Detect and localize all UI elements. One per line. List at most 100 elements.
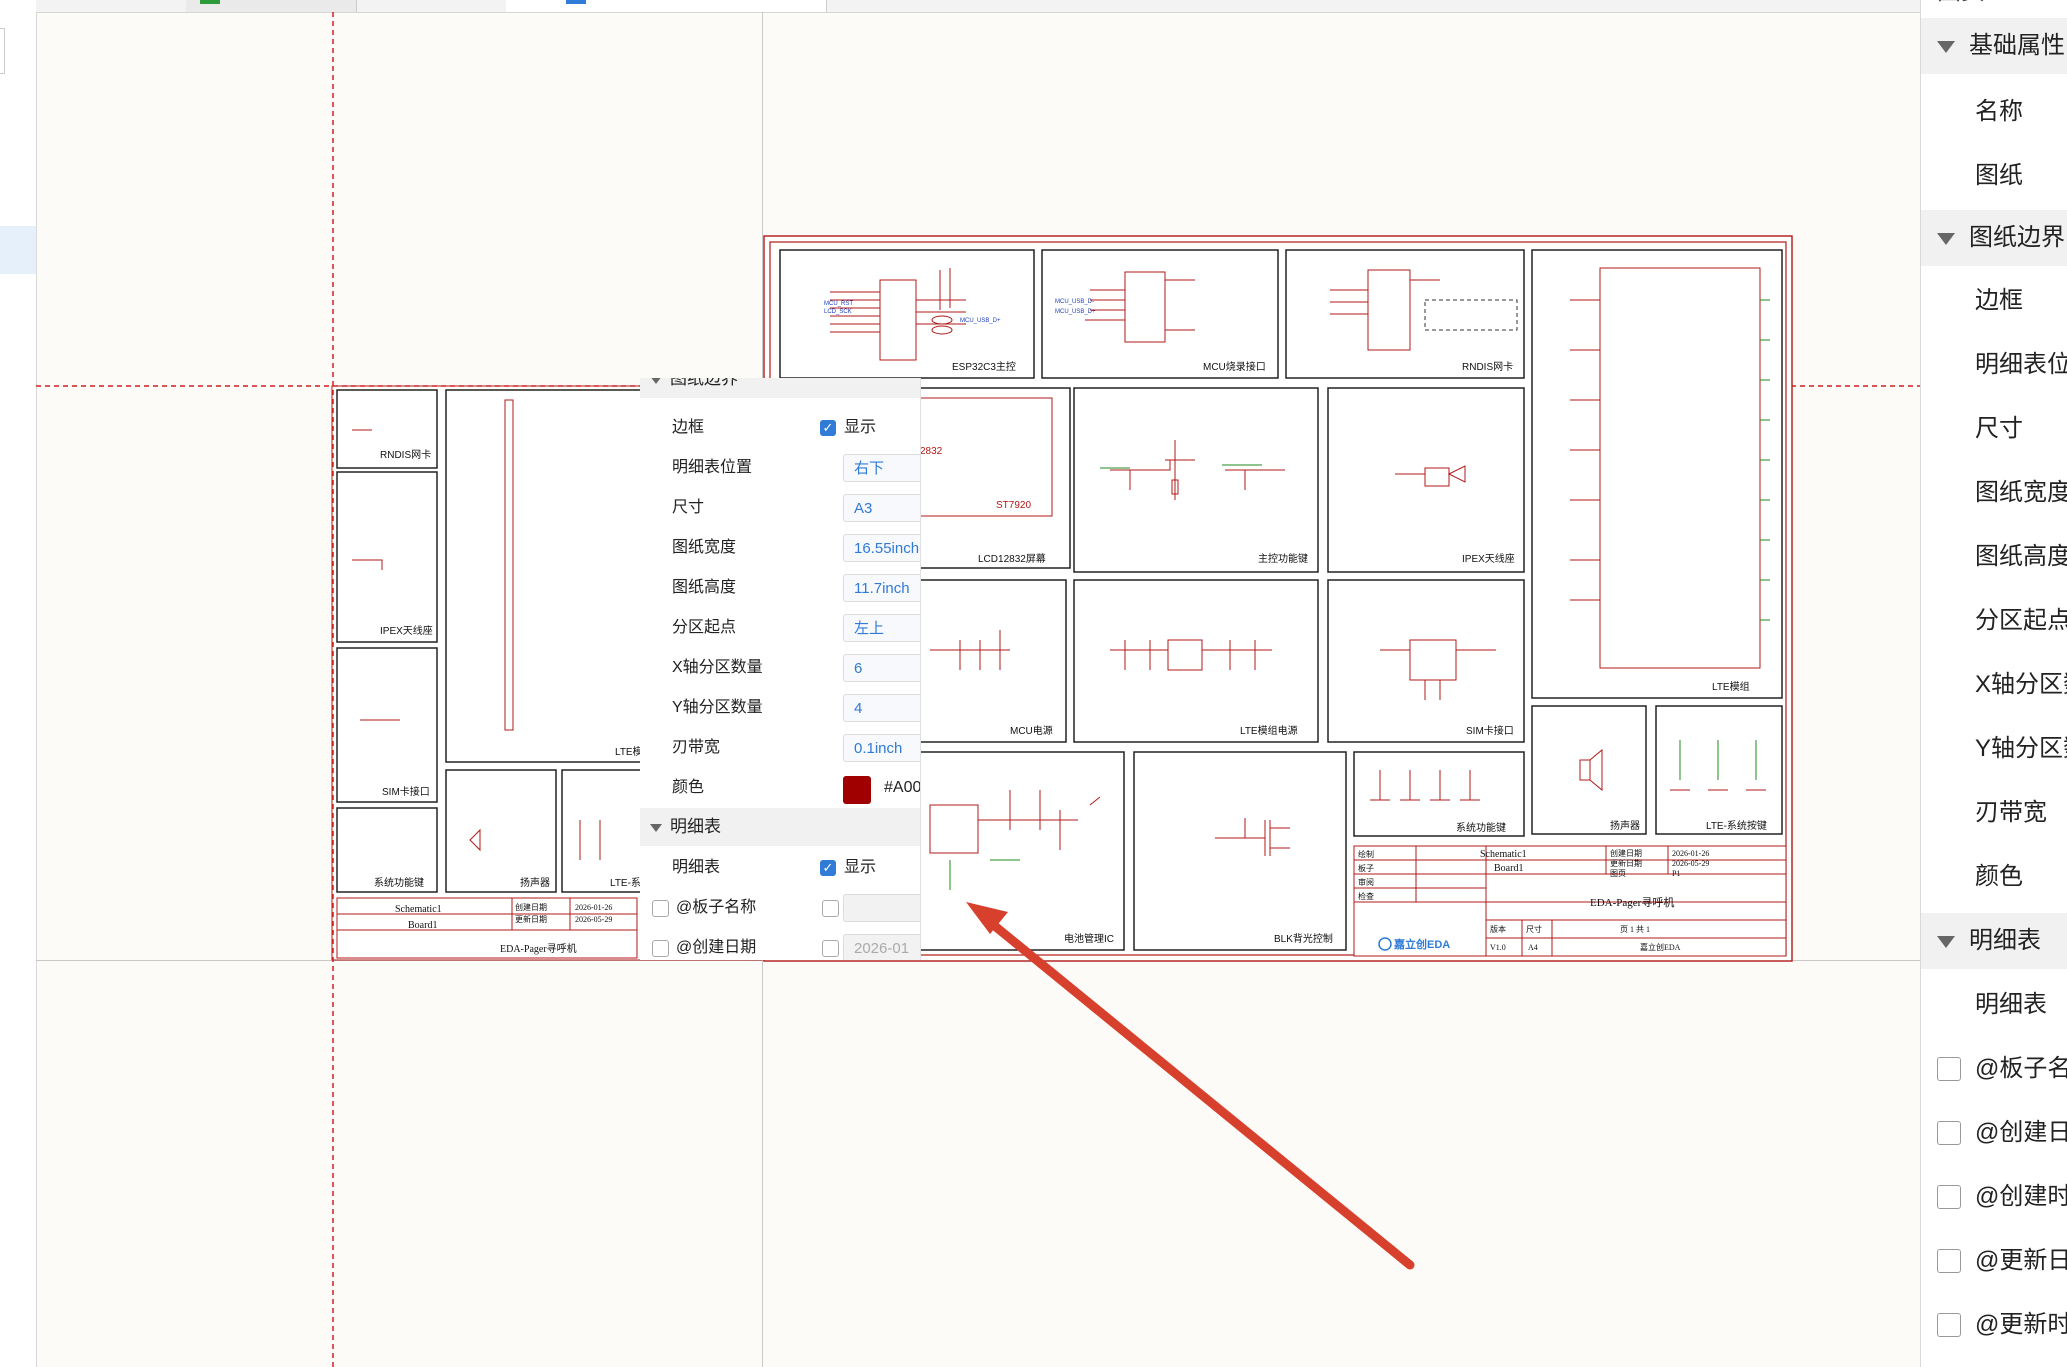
tb-checkbox[interactable]: ✓ [820, 860, 836, 876]
inner-row-tb-pos: 明细表位置 右下 [640, 448, 920, 488]
bg-label-rndis: RNDIS网卡 [380, 448, 431, 461]
bg-tb-update-date: 2026-05-29 [575, 915, 612, 924]
inner-row-y-zones: Y轴分区数量 4 [640, 688, 920, 728]
schematic-canvas[interactable]: Schematic1 Board1 创建日期 2026-01-26 更新日期 2… [0, 0, 1920, 1367]
rp-top-cut: 图页 [1921, 0, 2067, 12]
board-name-input[interactable] [843, 894, 920, 922]
rp-row-tb[interactable]: 明细表 [1921, 977, 2067, 1033]
rp-row-name[interactable]: 名称 [1921, 84, 2067, 140]
label-main-key: 主控功能键 [1258, 552, 1308, 565]
create-date-input[interactable]: 2026-01 [843, 934, 920, 960]
bg-label-lte-keys: LTE-系 [610, 877, 641, 889]
bg-label-speaker: 扬声器 [520, 876, 550, 889]
rp-create-date-label: @创建日 [1975, 1119, 2067, 1146]
inner-row-size: 尺寸 A3 [640, 488, 920, 528]
rp-color-label: 颜色 [1975, 863, 2023, 890]
rp-row-width[interactable]: 图纸宽度 [1921, 465, 2067, 521]
block-main-key[interactable] [1073, 387, 1319, 573]
block-rndis[interactable] [1285, 249, 1525, 379]
tb-create-date: 2026-01-26 [1672, 849, 1709, 858]
tb-review-label: 审阅 [1358, 877, 1374, 887]
rp-row-update-date[interactable]: @更新日 [1921, 1233, 2067, 1289]
create-date-value-checkbox[interactable] [822, 940, 839, 957]
border-checkbox[interactable]: ✓ [820, 420, 836, 436]
block-ipex[interactable] [1327, 387, 1525, 573]
block-esp32[interactable] [779, 249, 1035, 379]
x-zones-input[interactable]: 6 [843, 654, 920, 682]
rp-size-label: 尺寸 [1975, 415, 2023, 442]
bg-tb-update-label: 更新日期 [515, 914, 547, 924]
rp-row-sheet[interactable]: 图纸 [1921, 148, 2067, 204]
block-mcu-power[interactable] [919, 579, 1067, 743]
color-label: 颜色 [672, 779, 705, 796]
rp-row-height[interactable]: 图纸高度 [1921, 529, 2067, 585]
rp-top-cut-label: 图页 [1937, 0, 1985, 12]
block-sim[interactable] [1327, 579, 1525, 743]
edge-width-input[interactable]: 0.1inch [843, 734, 920, 762]
block-lte-power[interactable] [1073, 579, 1319, 743]
color-hex[interactable]: #A00 [884, 768, 920, 808]
y-zones-input[interactable]: 4 [843, 694, 920, 722]
bg-tb-project: EDA-Pager寻呼机 [500, 942, 577, 955]
block-lcd[interactable] [899, 387, 1071, 569]
tb-label: 明细表 [672, 859, 721, 876]
board-name-checkbox[interactable] [652, 900, 669, 917]
rp-row-tb-pos[interactable]: 明细表位 [1921, 337, 2067, 393]
tb-board-label: 板子 [1358, 863, 1374, 873]
rp-row-zone-origin[interactable]: 分区起点 [1921, 593, 2067, 649]
title-block[interactable]: 绘制 板子 审阅 检查 Schematic1 Board1 创建日期 2026-… [1353, 845, 1787, 957]
rp-row-create-date[interactable]: @创建日 [1921, 1105, 2067, 1161]
block-speaker[interactable] [1531, 705, 1647, 835]
width-input[interactable]: 16.55inch [843, 534, 920, 562]
create-date-checkbox[interactable] [652, 940, 669, 957]
svg-text:MCU_USB_D+: MCU_USB_D+ [960, 318, 1001, 324]
tb-create-label: 创建日期 [1610, 848, 1642, 858]
rp-width-label: 图纸宽度 [1975, 479, 2067, 506]
svg-text:MCU_USB_D+: MCU_USB_D+ [1055, 309, 1096, 315]
bg-label-lte: LTE模 [615, 746, 643, 758]
label-lcd: LCD12832屏幕 [978, 552, 1046, 565]
rp-update-date-checkbox[interactable] [1937, 1249, 1961, 1273]
rp-create-date-checkbox[interactable] [1937, 1121, 1961, 1145]
block-battery[interactable] [909, 751, 1125, 951]
rp-row-size[interactable]: 尺寸 [1921, 401, 2067, 457]
rp-row-y-zones[interactable]: Y轴分区数 [1921, 721, 2067, 777]
tb-update-date: 2026-05-29 [1672, 859, 1709, 868]
inner-section-tb[interactable]: 明细表 [640, 808, 920, 846]
rp-row-x-zones[interactable]: X轴分区数 [1921, 657, 2067, 713]
rp-section-border[interactable]: 图纸边界 [1921, 210, 2067, 266]
block-lte-module[interactable] [1531, 249, 1783, 699]
rp-row-edge-width[interactable]: 刃带宽 [1921, 785, 2067, 841]
color-swatch[interactable] [843, 776, 871, 804]
board-name-value-checkbox[interactable] [822, 900, 839, 917]
rp-board-name-checkbox[interactable] [1937, 1057, 1961, 1081]
rp-row-update-time[interactable]: @更新时 [1921, 1297, 2067, 1353]
size-select[interactable]: A3 [843, 494, 920, 522]
rp-row-border[interactable]: 边框 [1921, 273, 2067, 329]
rp-tb-label: 明细表 [1975, 991, 2047, 1018]
rp-row-color[interactable]: 颜色 [1921, 849, 2067, 905]
inner-section-border[interactable]: 图纸边界 [640, 378, 920, 398]
block-blk[interactable] [1133, 751, 1347, 951]
rp-board-name-label: @板子名 [1975, 1055, 2067, 1082]
label-sim: SIM卡接口 [1466, 724, 1514, 737]
rp-row-board-name[interactable]: @板子名 [1921, 1041, 2067, 1097]
rp-create-time-checkbox[interactable] [1937, 1185, 1961, 1209]
edge-width-label: 刃带宽 [672, 739, 721, 756]
zone-origin-select[interactable]: 左上 [843, 614, 920, 642]
tb-pos-select[interactable]: 右下 [843, 454, 920, 482]
size-label: 尺寸 [672, 499, 705, 516]
label-lcd-part: ST7920 [996, 500, 1031, 511]
label-lcd-part2: 2832 [920, 446, 943, 457]
rp-section-tb[interactable]: 明细表 [1921, 913, 2067, 969]
inner-row-edge-width: 刃带宽 0.1inch [640, 728, 920, 768]
rp-section-basic[interactable]: 基础属性 [1921, 18, 2067, 74]
bg-label-sys: 系统功能键 [374, 876, 424, 889]
rp-row-create-time[interactable]: @创建时 [1921, 1169, 2067, 1225]
tb-check-label: 检查 [1358, 891, 1374, 901]
height-input[interactable]: 11.7inch [843, 574, 920, 602]
tb-board-name: Board1 [1494, 863, 1523, 874]
rp-tb-pos-label: 明细表位 [1975, 351, 2067, 378]
block-lte-keys[interactable] [1655, 705, 1783, 835]
rp-update-time-checkbox[interactable] [1937, 1313, 1961, 1337]
